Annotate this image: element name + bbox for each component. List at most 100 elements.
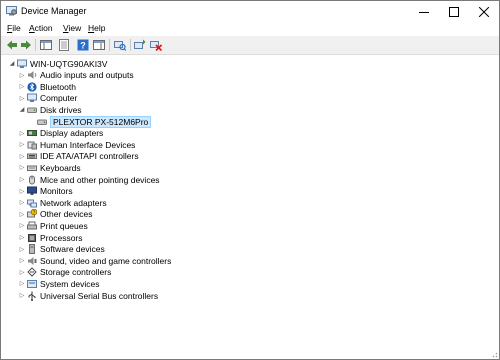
expand-arrow-icon[interactable]: ▷	[18, 280, 26, 287]
tree-item-label: Keyboards	[40, 162, 81, 173]
forward-arrow-icon[interactable]	[20, 39, 32, 51]
expand-arrow-icon[interactable]: ▷	[18, 176, 26, 183]
printer-icon	[27, 221, 37, 230]
toolbar-separator	[130, 39, 131, 51]
expand-arrow-icon[interactable]: ▷	[18, 83, 26, 90]
expand-arrow-icon[interactable]: ▷	[18, 257, 26, 264]
expand-arrow-icon[interactable]: ▷	[18, 153, 26, 160]
menu-bar: File Action View Help	[1, 22, 499, 36]
uninstall-device-icon[interactable]	[150, 39, 162, 51]
menu-file[interactable]: File	[7, 23, 21, 33]
expand-arrow-icon[interactable]: ▷	[18, 269, 26, 276]
hid-icon	[27, 141, 37, 150]
tree-item-label: System devices	[40, 278, 100, 289]
system-devices-icon	[27, 279, 37, 288]
tree-category[interactable]: ▷ Processors	[18, 232, 83, 243]
expand-arrow-icon[interactable]: ▷	[18, 246, 26, 253]
menu-view[interactable]: View	[63, 23, 81, 33]
menu-help[interactable]: Help	[88, 23, 105, 33]
tree-item-label: Computer	[40, 93, 78, 104]
tree-category[interactable]: ▷ Network adapters	[18, 197, 107, 208]
tree-item-label: Disk drives	[40, 104, 82, 115]
tree-item-label: Software devices	[40, 244, 105, 255]
expand-arrow-icon[interactable]: ▷	[18, 130, 26, 137]
collapse-arrow-icon[interactable]: ◢	[18, 106, 26, 113]
expand-arrow-icon[interactable]: ▷	[18, 292, 26, 299]
help-icon[interactable]: ?	[77, 39, 89, 51]
software-device-icon	[29, 244, 35, 255]
maximize-icon	[449, 6, 459, 17]
tree-category[interactable]: ◢ Disk drives	[18, 104, 82, 115]
expand-arrow-icon[interactable]: ▷	[18, 199, 26, 206]
tree-item-label: PLEXTOR PX-512M6Pro	[50, 115, 152, 128]
show-hide-console-tree-icon[interactable]	[40, 39, 52, 51]
usb-icon	[28, 291, 36, 301]
close-button[interactable]	[469, 1, 499, 22]
tree-category[interactable]: ▷ Sound, video and game controllers	[18, 255, 172, 266]
bluetooth-icon	[27, 82, 37, 92]
svg-text:?: ?	[80, 41, 86, 51]
close-icon	[479, 6, 489, 17]
tree-category[interactable]: ▷ Monitors	[18, 186, 73, 197]
tree-root-computer[interactable]: ◢ WIN-UQTG90AKI3V	[8, 58, 108, 69]
tree-item-label: Network adapters	[40, 197, 107, 208]
tree-category[interactable]: ▷ Storage controllers	[18, 267, 112, 278]
window-title: Device Manager	[21, 6, 87, 16]
update-driver-icon[interactable]	[134, 39, 146, 51]
display-adapter-icon	[27, 130, 37, 137]
scan-hardware-changes-icon[interactable]	[114, 39, 126, 51]
tree-category[interactable]: ▷ System devices	[18, 278, 100, 289]
minimize-button[interactable]	[409, 1, 439, 22]
expand-arrow-icon[interactable]: ▷	[18, 234, 26, 241]
tree-device-item[interactable]: PLEXTOR PX-512M6Pro	[28, 115, 152, 128]
tree-item-label: Universal Serial Bus controllers	[40, 290, 159, 301]
tree-item-label: Human Interface Devices	[40, 139, 136, 150]
tree-category[interactable]: ▷ Keyboards	[18, 162, 81, 173]
title-bar[interactable]: Device Manager	[1, 1, 499, 22]
tree-category[interactable]: ▷ Software devices	[18, 244, 105, 255]
network-adapter-icon	[27, 199, 37, 208]
tree-category[interactable]: ▷ Human Interface Devices	[18, 139, 136, 150]
ssd-device-icon	[37, 119, 47, 125]
tree-category[interactable]: ▷ IDE ATA/ATAPI controllers	[18, 151, 139, 162]
tree-category[interactable]: ▷ Mice and other pointing devices	[18, 174, 160, 185]
tree-item-label: Storage controllers	[40, 267, 112, 278]
device-tree[interactable]: ◢ WIN-UQTG90AKI3V ▷ Audio inputs and output…	[2, 55, 498, 357]
tree-item-label: Monitors	[40, 186, 73, 197]
minimize-icon	[419, 11, 429, 13]
computer-root-icon	[17, 59, 27, 68]
expand-arrow-icon[interactable]: ▷	[18, 164, 26, 171]
tree-category[interactable]: ▷ Display adapters	[18, 128, 104, 139]
tree-category[interactable]: ▷ Computer	[18, 93, 78, 104]
expand-arrow-icon[interactable]: ▷	[18, 222, 26, 229]
expand-arrow-icon[interactable]: ▷	[18, 211, 26, 218]
expand-arrow-icon[interactable]: ▷	[18, 72, 26, 79]
action-pane-icon[interactable]	[93, 39, 105, 51]
resize-grip-icon[interactable]	[490, 350, 498, 358]
monitor-icon	[27, 186, 37, 196]
properties-pane-icon[interactable]	[58, 39, 70, 51]
toolbar-separator	[109, 39, 110, 51]
toolbar-separator	[35, 39, 36, 51]
sound-icon	[28, 256, 37, 265]
tree-category[interactable]: ▷ Print queues	[18, 220, 88, 231]
other-devices-icon: ?	[27, 209, 37, 218]
tree-category[interactable]: ▷ Universal Serial Bus controllers	[18, 290, 158, 301]
maximize-button[interactable]	[439, 1, 469, 22]
tree-item-label: Audio inputs and outputs	[40, 70, 134, 81]
speaker-icon	[28, 71, 37, 80]
expand-arrow-icon[interactable]: ▷	[18, 141, 26, 148]
tree-item-label: Print queues	[40, 220, 88, 231]
tree-category[interactable]: ▷? Other devices	[18, 209, 92, 220]
back-arrow-icon[interactable]	[6, 39, 18, 51]
tree-category[interactable]: ▷ Audio inputs and outputs	[18, 70, 134, 81]
expand-arrow-icon[interactable]: ▷	[18, 188, 26, 195]
expand-arrow-icon[interactable]: ▷	[18, 95, 26, 102]
menu-action[interactable]: Action	[29, 23, 53, 33]
tree-item-label: Display adapters	[40, 128, 104, 139]
tree-item-label: Bluetooth	[40, 81, 76, 92]
tree-item-label: WIN-UQTG90AKI3V	[30, 58, 108, 69]
tree-category[interactable]: ▷ Bluetooth	[18, 81, 76, 92]
toolbar: ?	[1, 36, 499, 55]
collapse-arrow-icon[interactable]: ◢	[8, 60, 16, 67]
